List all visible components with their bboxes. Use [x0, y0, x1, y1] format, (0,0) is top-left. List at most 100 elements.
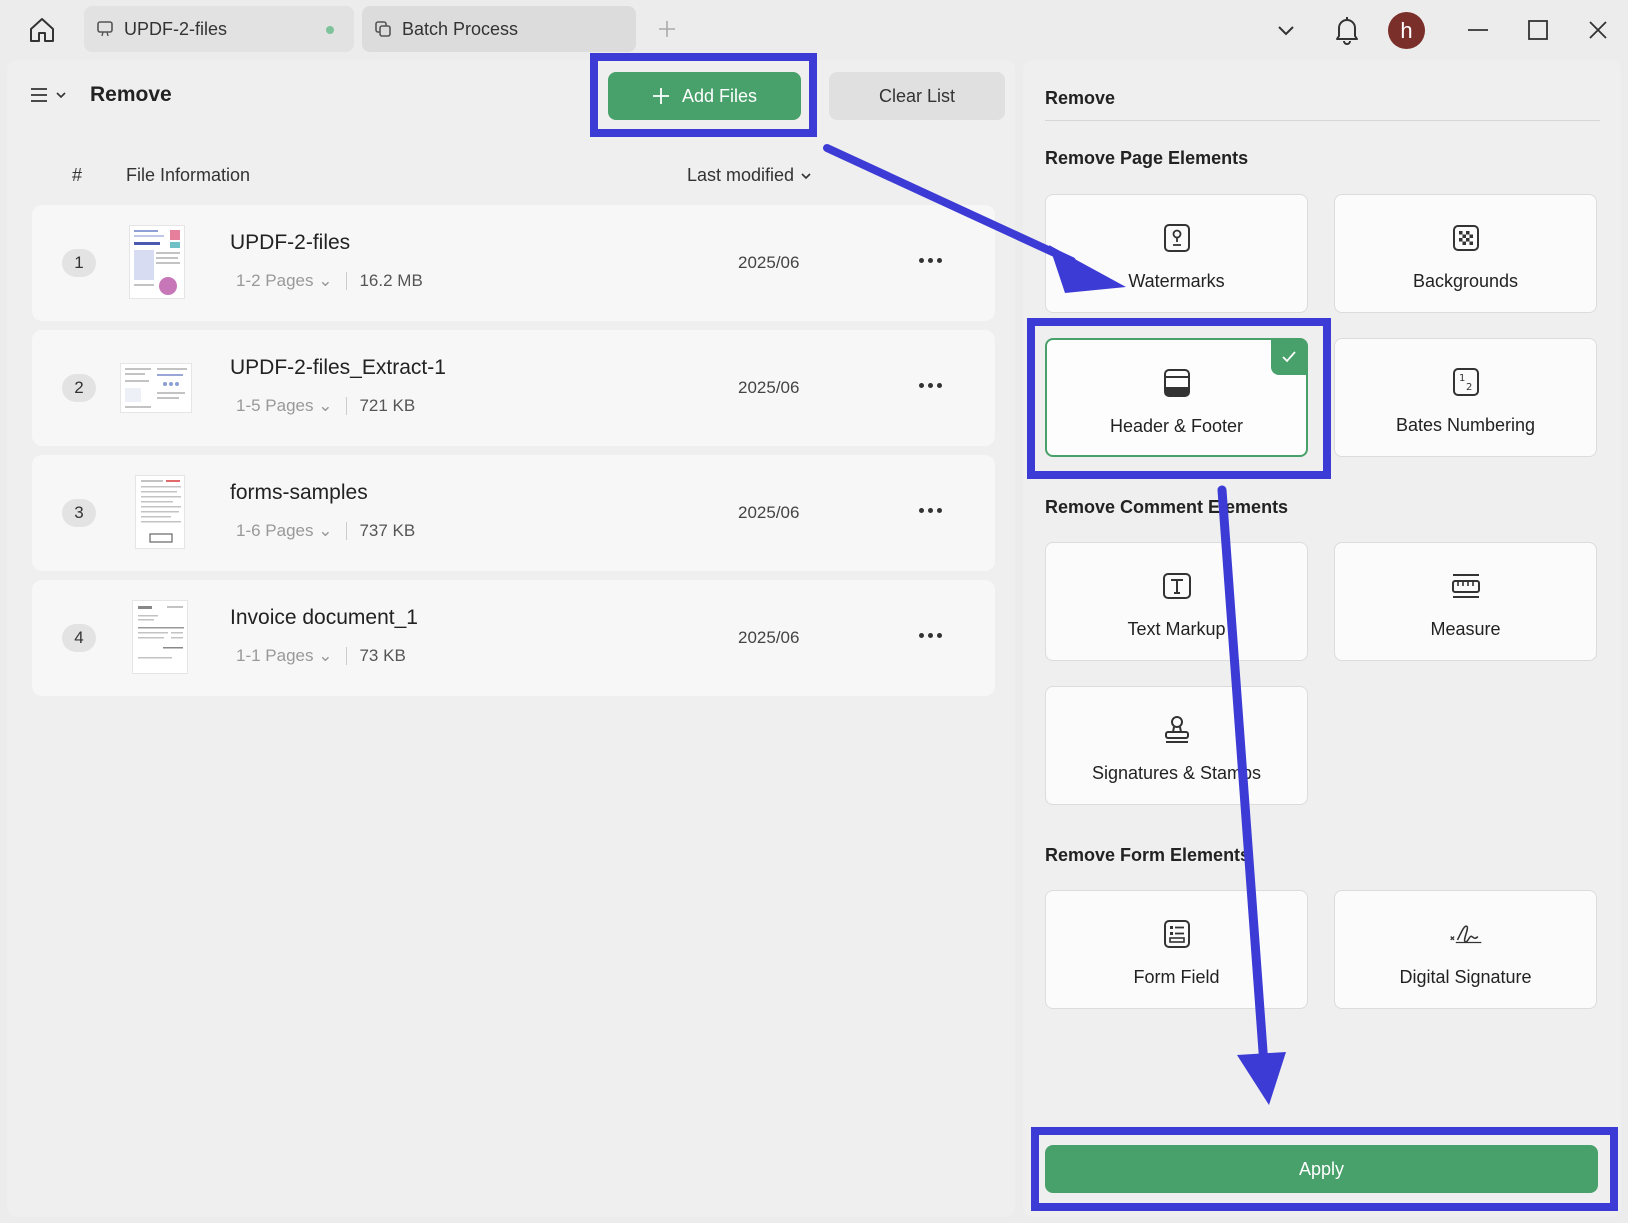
option-label: Signatures & Stamps — [1091, 763, 1262, 783]
menu-button[interactable] — [29, 82, 73, 108]
file-modified-date: 2025/06 — [738, 253, 800, 272]
home-icon — [30, 18, 54, 42]
row-number: 3 — [62, 499, 96, 527]
option-label: Digital Signature — [1399, 967, 1532, 987]
file-meta: 1-1 Pages ⌄ 73 KB — [236, 646, 406, 666]
row-number: 4 — [62, 624, 96, 652]
page-title: Remove — [90, 83, 172, 106]
more-icon — [918, 257, 924, 263]
more-options-button[interactable] — [912, 624, 948, 646]
file-modified-date: 2025/06 — [738, 628, 800, 647]
batch-copy-icon — [372, 18, 394, 40]
page-range-dropdown[interactable]: 1-6 Pages ⌄ — [236, 521, 332, 541]
tabs-dropdown-button[interactable] — [1268, 12, 1304, 48]
column-header-last-modified: Last modified — [687, 165, 795, 185]
tab-label: UPDF-2-files — [124, 18, 228, 39]
clear-list-button[interactable]: Clear List — [829, 72, 1005, 120]
stamp-icon — [1160, 713, 1194, 747]
chevron-down-icon — [56, 92, 66, 99]
unsaved-dot — [326, 26, 334, 34]
background-checker-icon — [1449, 221, 1483, 255]
file-list-panel: Remove Add Files Clear List # File Infor… — [7, 60, 1015, 1217]
page-range-dropdown[interactable]: 1-2 Pages ⌄ — [236, 271, 332, 291]
file-size: 73 KB — [359, 646, 406, 665]
option-backgrounds[interactable]: Backgrounds — [1334, 194, 1597, 313]
option-form-field[interactable]: Form Field — [1045, 890, 1308, 1009]
more-options-button[interactable] — [912, 374, 948, 396]
file-row[interactable]: 3 forms-samples 1-6 Pages ⌄ 737 KB 2025/… — [32, 455, 995, 571]
ruler-icon — [1449, 569, 1483, 603]
option-watermarks[interactable]: Watermarks — [1045, 194, 1308, 313]
text-markup-icon — [1160, 569, 1194, 603]
close-window-button[interactable] — [1580, 12, 1616, 48]
option-label: Backgrounds — [1412, 271, 1519, 291]
plus-icon — [652, 88, 669, 104]
notifications-button[interactable] — [1329, 12, 1365, 48]
remove-options-panel: Remove Remove Page Elements Watermarks B… — [1023, 60, 1621, 1217]
file-size: 721 KB — [359, 396, 416, 415]
section-title-comment-elements: Remove Comment Elements — [1045, 497, 1289, 517]
more-icon — [918, 507, 924, 513]
apply-button[interactable]: Apply — [1045, 1145, 1598, 1193]
svg-text:2: 2 — [1466, 382, 1472, 393]
watermark-icon — [1160, 221, 1194, 255]
bates-numbering-icon: 12 — [1449, 365, 1483, 399]
minimize-icon — [1468, 29, 1488, 31]
file-name: UPDF-2-files — [230, 231, 351, 254]
option-label: Bates Numbering — [1395, 415, 1536, 435]
plus-icon — [659, 21, 675, 37]
checkmark-icon — [1271, 339, 1307, 375]
home-button[interactable] — [22, 12, 62, 48]
option-label: Form Field — [1133, 967, 1220, 987]
option-label: Measure — [1430, 619, 1501, 639]
option-label: Text Markup — [1127, 619, 1226, 639]
add-files-label: Add Files — [681, 85, 758, 106]
tab-batch-process[interactable]: Batch Process — [362, 6, 636, 52]
file-meta: 1-5 Pages ⌄ 721 KB — [236, 396, 415, 416]
file-row[interactable]: 1 UPDF-2-files 1-2 Pages ⌄ 16.2 MB 2025/… — [32, 205, 995, 321]
file-name: forms-samples — [230, 481, 368, 504]
new-tab-button[interactable] — [652, 14, 682, 44]
sort-last-modified[interactable]: Last modified — [687, 165, 812, 186]
maximize-icon — [1528, 20, 1548, 40]
file-row[interactable]: 2 UPDF-2-files_Extract-1 1-5 Pages ⌄ 721… — [32, 330, 995, 446]
page-range-dropdown[interactable]: 1-5 Pages ⌄ — [236, 396, 332, 416]
file-name: Invoice document_1 — [230, 606, 418, 629]
option-bates-numbering[interactable]: 12 Bates Numbering — [1334, 338, 1597, 457]
option-measure[interactable]: Measure — [1334, 542, 1597, 661]
tab-updf-2-files[interactable]: UPDF-2-files — [84, 6, 354, 52]
avatar[interactable]: h — [1388, 12, 1425, 49]
column-header-number: # — [72, 165, 83, 185]
form-field-icon — [1160, 917, 1194, 951]
hamburger-menu-icon — [31, 88, 47, 102]
file-row[interactable]: 4 Invoice document_1 1-1 Pages ⌄ 73 KB 2… — [32, 580, 995, 696]
svg-text:1: 1 — [1459, 373, 1465, 384]
panel-title: Remove — [1045, 88, 1116, 108]
file-thumbnail — [129, 225, 185, 299]
more-options-button[interactable] — [912, 499, 948, 521]
option-signatures-stamps[interactable]: Signatures & Stamps — [1045, 686, 1308, 805]
file-thumbnail — [135, 475, 185, 549]
title-bar: UPDF-2-files Batch Process h — [0, 0, 1628, 60]
file-modified-date: 2025/06 — [738, 378, 800, 397]
more-options-button[interactable] — [912, 249, 948, 271]
chevron-down-icon — [1278, 26, 1294, 36]
close-icon — [1589, 21, 1607, 39]
more-icon — [918, 632, 924, 638]
file-modified-date: 2025/06 — [738, 503, 800, 522]
section-title-form-elements: Remove Form Elements — [1045, 845, 1251, 865]
page-range-dropdown[interactable]: 1-1 Pages ⌄ — [236, 646, 332, 666]
option-header-footer[interactable]: Header & Footer — [1045, 338, 1308, 457]
option-text-markup[interactable]: Text Markup — [1045, 542, 1308, 661]
more-icon — [918, 382, 924, 388]
column-header-file-information: File Information — [126, 165, 251, 185]
maximize-button[interactable] — [1520, 12, 1556, 48]
file-size: 737 KB — [359, 521, 416, 540]
option-label: Watermarks — [1128, 271, 1225, 291]
monitor-icon — [94, 18, 116, 40]
minimize-button[interactable] — [1460, 12, 1496, 48]
option-digital-signature[interactable]: Digital Signature — [1334, 890, 1597, 1009]
add-files-button[interactable]: Add Files — [608, 72, 801, 120]
option-label: Header & Footer — [1109, 416, 1244, 436]
tab-label: Batch Process — [402, 18, 519, 39]
